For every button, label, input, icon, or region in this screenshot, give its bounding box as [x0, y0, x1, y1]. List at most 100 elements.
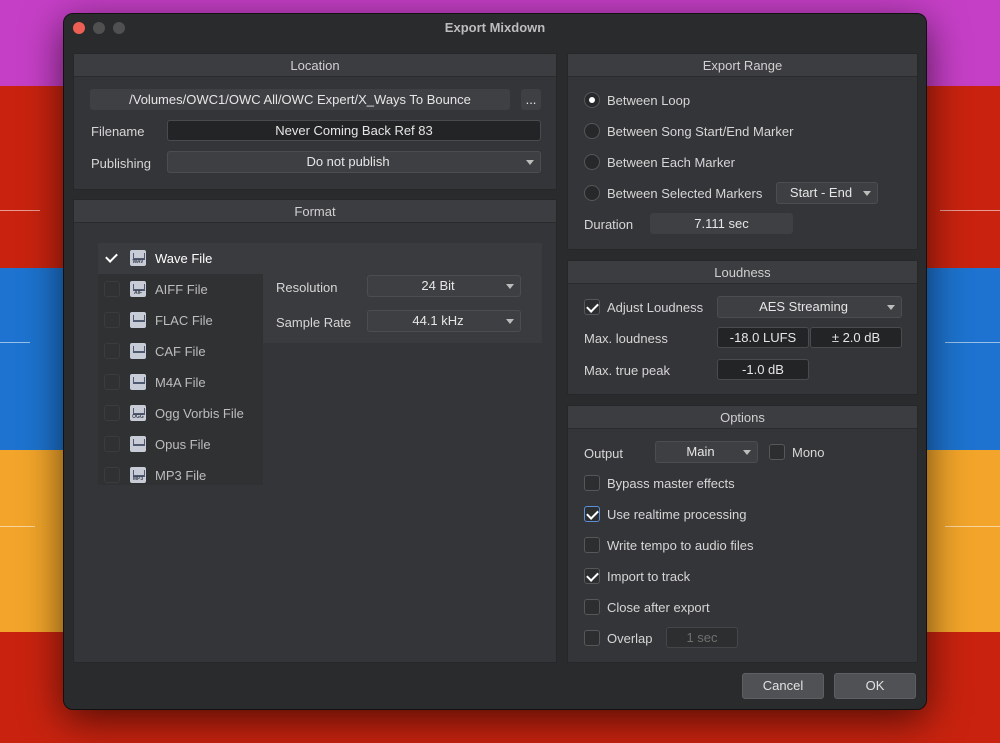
- resolution-dropdown[interactable]: 24 Bit: [367, 275, 521, 297]
- format-label-m4a: M4A File: [155, 375, 206, 390]
- export-path-field[interactable]: /Volumes/OWC1/OWC All/OWC Expert/X_Ways …: [90, 89, 510, 110]
- format-item-wave[interactable]: WAV Wave File: [98, 243, 263, 274]
- max-true-peak-label: Max. true peak: [584, 363, 670, 378]
- chevron-down-icon: [743, 450, 751, 455]
- export-mixdown-dialog: Export Mixdown Location /Volumes/OWC1/OW…: [63, 13, 927, 710]
- output-dropdown[interactable]: Main: [655, 441, 758, 463]
- format-item-flac[interactable]: FLAC File: [98, 305, 263, 336]
- import-to-track-checkbox[interactable]: [584, 568, 600, 584]
- format-checkbox-mp3[interactable]: [104, 467, 120, 483]
- adjust-loudness-checkbox[interactable]: [584, 299, 600, 315]
- waveform-file-icon: [130, 374, 146, 390]
- bypass-master-effects-checkbox[interactable]: [584, 475, 600, 491]
- zoom-window-button[interactable]: [113, 22, 125, 34]
- browse-path-button[interactable]: ...: [521, 89, 541, 110]
- mono-label: Mono: [792, 445, 825, 460]
- publishing-value: Do not publish: [306, 154, 390, 169]
- format-item-opus[interactable]: Opus File: [98, 429, 263, 460]
- format-checkbox-wave[interactable]: [104, 250, 120, 266]
- radio-between-song-markers[interactable]: [584, 123, 600, 139]
- waveform-file-icon: [130, 312, 146, 328]
- radio-between-loop[interactable]: [584, 92, 600, 108]
- radio-between-each-marker[interactable]: [584, 154, 600, 170]
- loudness-tolerance-input[interactable]: ± 2.0 dB: [810, 327, 902, 348]
- publishing-label: Publishing: [91, 156, 151, 171]
- bypass-master-effects-label: Bypass master effects: [607, 476, 735, 491]
- write-tempo-checkbox[interactable]: [584, 537, 600, 553]
- format-list: WAV Wave File AIF AIFF File FLAC File CA…: [98, 243, 263, 485]
- format-checkbox-flac[interactable]: [104, 312, 120, 328]
- overlap-checkbox[interactable]: [584, 630, 600, 646]
- radio-between-selected-markers[interactable]: [584, 185, 600, 201]
- chevron-down-icon: [887, 305, 895, 310]
- waveform-file-icon: AIF: [130, 281, 146, 297]
- sample-rate-value: 44.1 kHz: [412, 313, 464, 328]
- output-value: Main: [686, 444, 715, 459]
- waveform-file-icon: OGG: [130, 405, 146, 421]
- format-checkbox-ogg[interactable]: [104, 405, 120, 421]
- cancel-button[interactable]: Cancel: [742, 673, 824, 699]
- sample-rate-dropdown[interactable]: 44.1 kHz: [367, 310, 521, 332]
- waveform-file-icon: MP3: [130, 467, 146, 483]
- label-between-selected-markers: Between Selected Markers: [607, 186, 763, 201]
- format-checkbox-aiff[interactable]: [104, 281, 120, 297]
- publishing-dropdown[interactable]: Do not publish: [167, 151, 541, 173]
- marker-range-value: Start - End: [789, 185, 853, 200]
- format-item-mp3[interactable]: MP3 MP3 File: [98, 460, 263, 491]
- format-panel: Format WAV Wave File AIF AIFF File FLAC …: [73, 199, 557, 663]
- chevron-down-icon: [506, 319, 514, 324]
- sample-rate-label: Sample Rate: [276, 315, 352, 330]
- waveform-tick: [0, 210, 40, 211]
- format-item-aiff[interactable]: AIF AIFF File: [98, 274, 263, 305]
- ok-button[interactable]: OK: [834, 673, 916, 699]
- waveform-tick: [0, 342, 30, 343]
- filename-input[interactable]: Never Coming Back Ref 83: [167, 120, 541, 141]
- marker-range-dropdown[interactable]: Start - End: [776, 182, 878, 204]
- import-to-track-label: Import to track: [607, 569, 691, 584]
- mono-checkbox[interactable]: [769, 444, 785, 460]
- waveform-file-icon: WAV: [130, 250, 146, 266]
- export-range-panel: Export Range Between Loop Between Song S…: [567, 53, 918, 250]
- max-loudness-input[interactable]: -18.0 LUFS: [717, 327, 809, 348]
- overlap-input[interactable]: 1 sec: [666, 627, 738, 648]
- overlap-label: Overlap: [607, 631, 653, 646]
- format-item-caf[interactable]: CAF File: [98, 336, 263, 367]
- chevron-down-icon: [863, 191, 871, 196]
- options-header: Options: [568, 406, 917, 429]
- minimize-window-button[interactable]: [93, 22, 105, 34]
- format-checkbox-caf[interactable]: [104, 343, 120, 359]
- close-after-export-checkbox[interactable]: [584, 599, 600, 615]
- format-item-m4a[interactable]: M4A File: [98, 367, 263, 398]
- waveform-file-icon: [130, 343, 146, 359]
- loudness-preset-value: AES Streaming: [759, 299, 848, 314]
- label-between-each-marker: Between Each Marker: [607, 155, 735, 170]
- duration-label: Duration: [584, 217, 634, 232]
- write-tempo-label: Write tempo to audio files: [607, 538, 754, 553]
- format-checkbox-m4a[interactable]: [104, 374, 120, 390]
- format-label-mp3: MP3 File: [155, 468, 207, 483]
- format-header: Format: [74, 200, 556, 223]
- label-between-song-markers: Between Song Start/End Marker: [607, 124, 794, 139]
- format-item-ogg[interactable]: OGG Ogg Vorbis File: [98, 398, 263, 429]
- waveform-tick: [0, 526, 35, 527]
- format-label-flac: FLAC File: [155, 313, 213, 328]
- format-label-caf: CAF File: [155, 344, 206, 359]
- max-loudness-label: Max. loudness: [584, 331, 668, 346]
- label-between-loop: Between Loop: [607, 93, 691, 108]
- loudness-panel: Loudness Adjust Loudness AES Streaming M…: [567, 260, 918, 395]
- close-window-button[interactable]: [73, 22, 85, 34]
- realtime-processing-checkbox[interactable]: [584, 506, 600, 522]
- adjust-loudness-label: Adjust Loudness: [607, 300, 704, 315]
- max-true-peak-input[interactable]: -1.0 dB: [717, 359, 809, 380]
- loudness-preset-dropdown[interactable]: AES Streaming: [717, 296, 902, 318]
- format-label-wave: Wave File: [155, 251, 213, 266]
- filename-label: Filename: [91, 124, 145, 139]
- loudness-header: Loudness: [568, 261, 917, 284]
- export-range-header: Export Range: [568, 54, 917, 77]
- duration-value: 7.111 sec: [650, 213, 793, 234]
- waveform-tick: [940, 210, 1000, 211]
- waveform-file-icon: [130, 436, 146, 452]
- format-checkbox-opus[interactable]: [104, 436, 120, 452]
- waveform-tick: [945, 342, 1000, 343]
- waveform-tick: [945, 526, 1000, 527]
